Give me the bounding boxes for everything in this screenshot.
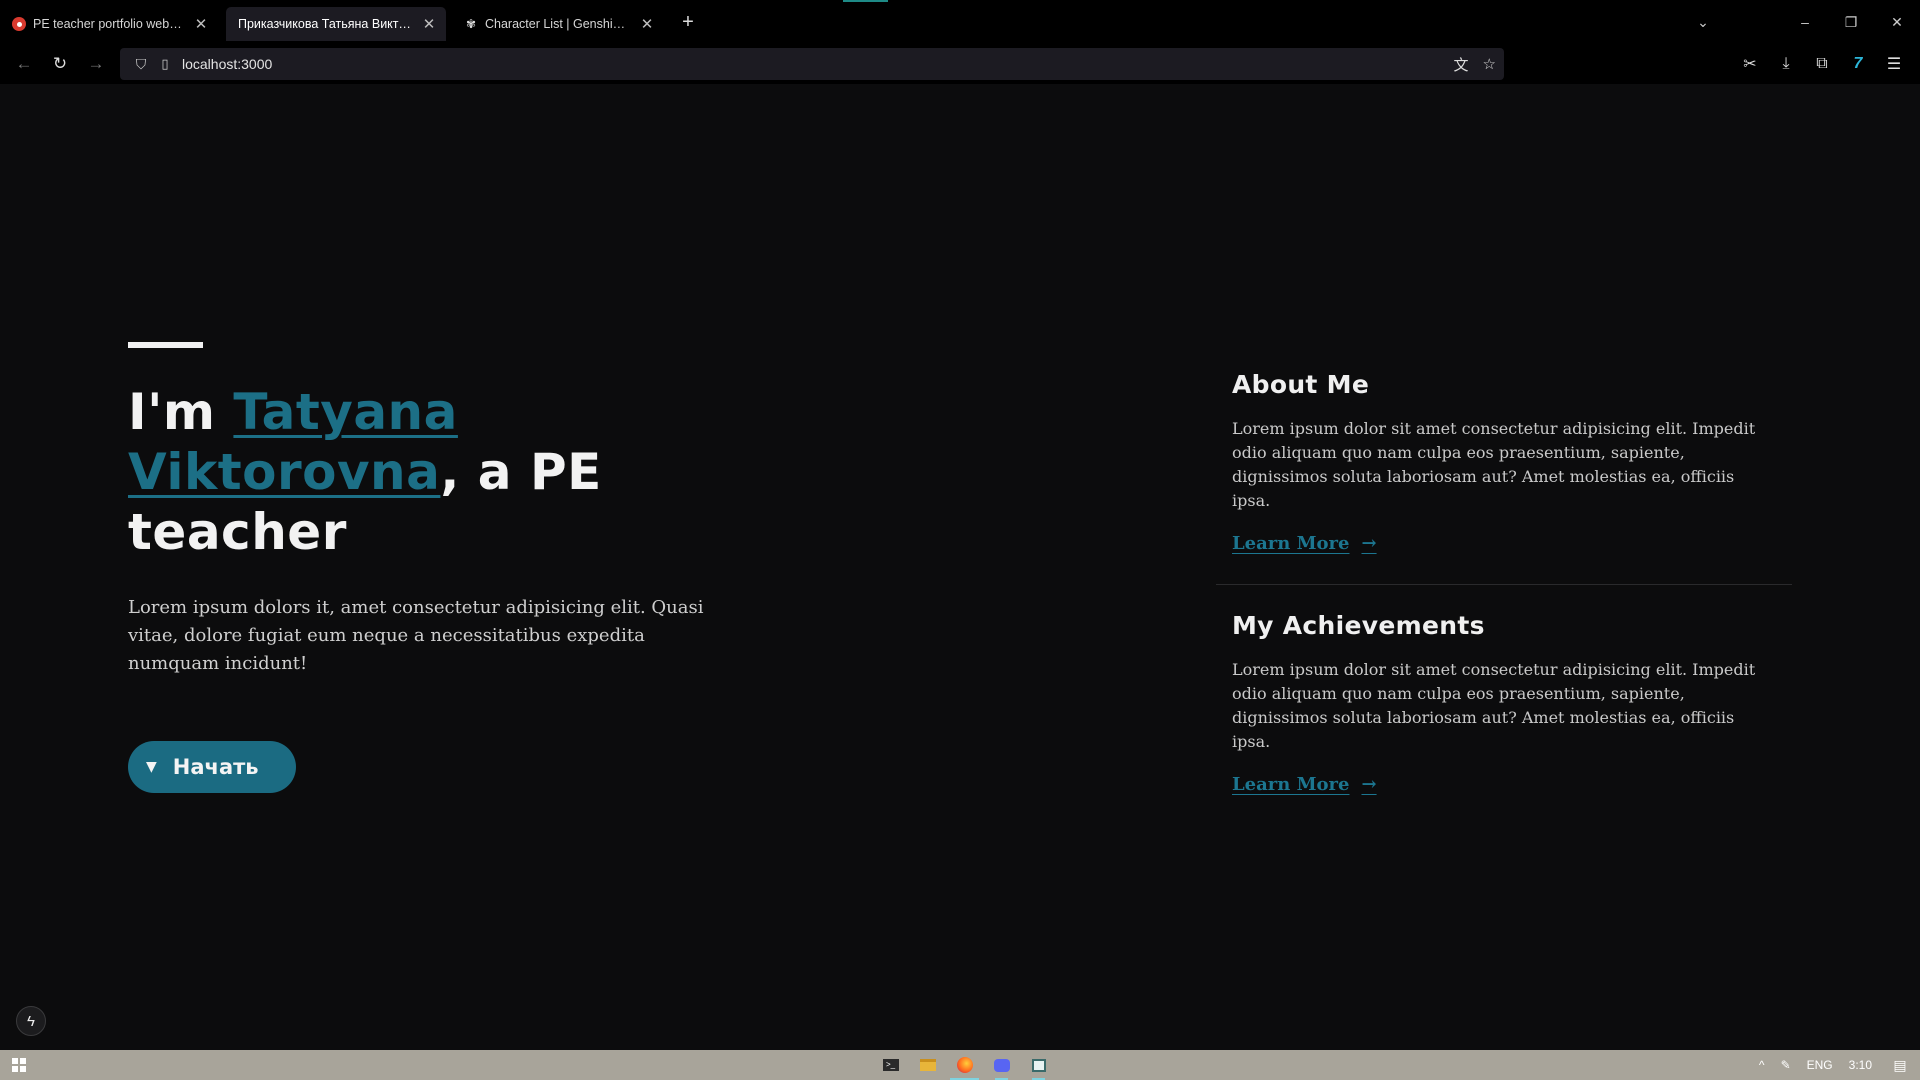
arrow-right-icon: → — [1361, 533, 1377, 554]
new-tab-plus-icon[interactable]: + — [676, 11, 700, 34]
hero-title-prefix: I'm — [128, 383, 234, 441]
tab-title: Character List | Genshin Impact — [485, 17, 632, 31]
section-heading: About Me — [1232, 370, 1370, 399]
taskbar-terminal[interactable]: >_ — [872, 1050, 909, 1080]
tab-pe-portfolio[interactable]: PE teacher portfolio website at ✕ — [0, 7, 218, 41]
tab-genshin-characters[interactable]: ✾ Character List | Genshin Impact ✕ — [452, 7, 664, 41]
learn-more-label: Learn More — [1232, 533, 1350, 554]
taskbar-firefox[interactable] — [946, 1050, 983, 1080]
app-window-icon — [1031, 1058, 1046, 1072]
translate-icon[interactable]: 文 — [1454, 54, 1469, 75]
language-indicator[interactable]: ENG — [1799, 1058, 1841, 1072]
taskbar-file-explorer[interactable] — [909, 1050, 946, 1080]
notifications-icon[interactable]: ▤ — [1880, 1057, 1920, 1074]
learn-more-link[interactable]: Learn More → — [1232, 533, 1377, 554]
learn-more-link[interactable]: Learn More → — [1232, 774, 1377, 795]
about-me-section: About Me Lorem ipsum dolor sit amet cons… — [1216, 370, 1792, 584]
close-icon[interactable]: ✕ — [422, 15, 436, 33]
extension-7tv-icon[interactable]: 7 — [1840, 55, 1876, 73]
hero-description: Lorem ipsum dolors it, amet consectetur … — [128, 597, 704, 674]
youtube-favicon-icon — [12, 17, 26, 31]
learn-more-label: Learn More — [1232, 774, 1350, 795]
page-icon[interactable]: ▯ — [152, 56, 178, 72]
section-divider — [1216, 584, 1792, 585]
taskbar: >_ ^ ✎ ENG 3:10 ▤ — [0, 1050, 1920, 1080]
restore-icon[interactable]: ❐ — [1828, 14, 1874, 31]
close-icon[interactable]: ✕ — [194, 15, 208, 33]
hero-title: I'm Tatyana Viktorovna, a PE teacher — [128, 382, 728, 562]
taskbar-apps: >_ — [872, 1050, 1057, 1080]
page-viewport: I'm Tatyana Viktorovna, a PE teacher Lor… — [0, 84, 1920, 1050]
bookmark-star-icon[interactable]: ☆ — [1483, 55, 1496, 73]
hero-accent-rule — [128, 342, 203, 348]
url-text[interactable]: localhost:3000 — [182, 56, 272, 72]
reload-icon[interactable]: ↻ — [42, 48, 78, 80]
system-tray: ^ ✎ ENG 3:10 ▤ — [1751, 1050, 1920, 1080]
tab-active-page[interactable]: Приказчикова Татьяна Викторовн ✕ — [226, 7, 446, 41]
start-button-label: Начать — [172, 755, 259, 779]
navigation-toolbar: ← ↻ → ⛉ ▯ localhost:3000 文 ☆ ✂ ⤓ ⧉ 7 ☰ — [0, 44, 1920, 84]
clock[interactable]: 3:10 — [1841, 1058, 1880, 1072]
pen-icon[interactable]: ✎ — [1773, 1058, 1799, 1072]
tray-chevron-up-icon[interactable]: ^ — [1751, 1058, 1773, 1072]
menu-hamburger-icon[interactable]: ☰ — [1876, 54, 1912, 74]
tab-strip: PE teacher portfolio website at ✕ Приказ… — [0, 0, 1920, 44]
caret-down-icon: ▼ — [146, 759, 157, 775]
list-all-tabs-chevron-icon[interactable]: ⌄ — [1680, 14, 1726, 31]
forward-arrow-icon[interactable]: → — [78, 48, 114, 80]
arrow-right-icon: → — [1361, 774, 1377, 795]
info-sections: About Me Lorem ipsum dolor sit amet cons… — [1216, 354, 1792, 795]
back-arrow-icon[interactable]: ← — [6, 48, 42, 80]
start-button[interactable] — [0, 1050, 38, 1080]
terminal-icon: >_ — [882, 1059, 899, 1071]
address-bar[interactable]: ⛉ ▯ localhost:3000 文 ☆ — [120, 48, 1504, 80]
toolbar-extensions: ✂ ⤓ ⧉ 7 ☰ — [1732, 44, 1912, 84]
tab-title: PE teacher portfolio website at — [33, 17, 186, 31]
windows-logo-icon — [12, 1058, 26, 1072]
folder-icon — [919, 1059, 936, 1071]
firefox-icon — [956, 1057, 973, 1073]
section-heading: My Achievements — [1232, 611, 1485, 640]
dev-tools-lightning-icon[interactable]: ϟ — [16, 1006, 46, 1036]
genshin-favicon-icon: ✾ — [465, 17, 477, 31]
tab-title: Приказчикова Татьяна Викторовн — [238, 17, 414, 31]
section-body: Lorem ipsum dolor sit amet consectetur a… — [1232, 419, 1756, 510]
close-icon[interactable]: ✕ — [640, 15, 654, 33]
address-bar-actions: 文 ☆ — [1454, 48, 1496, 80]
start-button[interactable]: ▼ Начать — [128, 741, 296, 793]
taskbar-app[interactable] — [1020, 1050, 1057, 1080]
section-body: Lorem ipsum dolor sit amet consectetur a… — [1232, 660, 1756, 751]
minimize-icon[interactable]: – — [1782, 14, 1828, 30]
taskbar-discord[interactable] — [983, 1050, 1020, 1080]
screenshot-icon[interactable]: ✂ — [1732, 54, 1768, 74]
achievements-section: My Achievements Lorem ipsum dolor sit am… — [1216, 611, 1792, 795]
window-controls: ⌄ – ❐ ✕ — [1680, 0, 1920, 44]
discord-icon — [993, 1058, 1010, 1072]
downloads-icon[interactable]: ⤓ — [1768, 55, 1804, 73]
extensions-puzzle-icon[interactable]: ⧉ — [1804, 55, 1840, 73]
window-close-icon[interactable]: ✕ — [1874, 14, 1920, 31]
shield-icon[interactable]: ⛉ — [130, 56, 152, 73]
